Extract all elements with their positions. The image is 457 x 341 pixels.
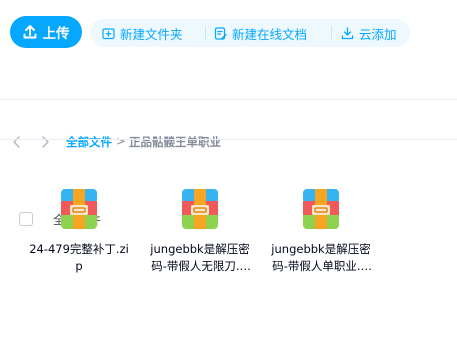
download-icon <box>341 26 354 39</box>
breadcrumb: 全部文件 > 正品骷髅王单职业 <box>0 64 457 149</box>
new-folder-button[interactable]: 新建文件夹 <box>102 19 183 47</box>
toolbar: 上传 新建文件夹 新建在线文档 云添加 <box>0 0 457 64</box>
file-item[interactable]: jungebbk是解压密码-带假人无限刀.zip <box>150 183 250 293</box>
file-name: jungebbk是解压密码-带假人单职业.zip <box>271 242 371 273</box>
upload-label: 上传 <box>42 26 70 42</box>
new-folder-label: 新建文件夹 <box>120 26 183 42</box>
file-item[interactable]: jungebbk是解压密码-带假人单职业.zip <box>271 183 371 293</box>
file-name: jungebbk是解压密码-带假人无限刀.zip <box>150 242 250 273</box>
upload-icon <box>23 25 36 39</box>
cloud-add-label: 云添加 <box>359 26 397 42</box>
upload-button[interactable]: 上传 <box>10 16 82 48</box>
zip-archive-icon <box>303 189 339 229</box>
toolbar-divider <box>205 26 206 40</box>
toolbar-divider <box>331 26 332 40</box>
file-item[interactable]: 24-479完整补丁.zip <box>29 183 129 293</box>
cloud-add-button[interactable]: 云添加 <box>341 19 397 47</box>
file-list-header: 全部文件 <box>0 100 457 227</box>
zip-archive-icon <box>61 189 97 229</box>
file-name: 24-479完整补丁.zip <box>29 242 129 273</box>
zip-archive-icon <box>182 189 218 229</box>
new-online-doc-button[interactable]: 新建在线文档 <box>214 19 307 47</box>
divider <box>0 139 457 140</box>
new-online-doc-label: 新建在线文档 <box>232 26 308 42</box>
add-folder-icon <box>102 27 115 39</box>
online-doc-icon <box>214 26 227 40</box>
